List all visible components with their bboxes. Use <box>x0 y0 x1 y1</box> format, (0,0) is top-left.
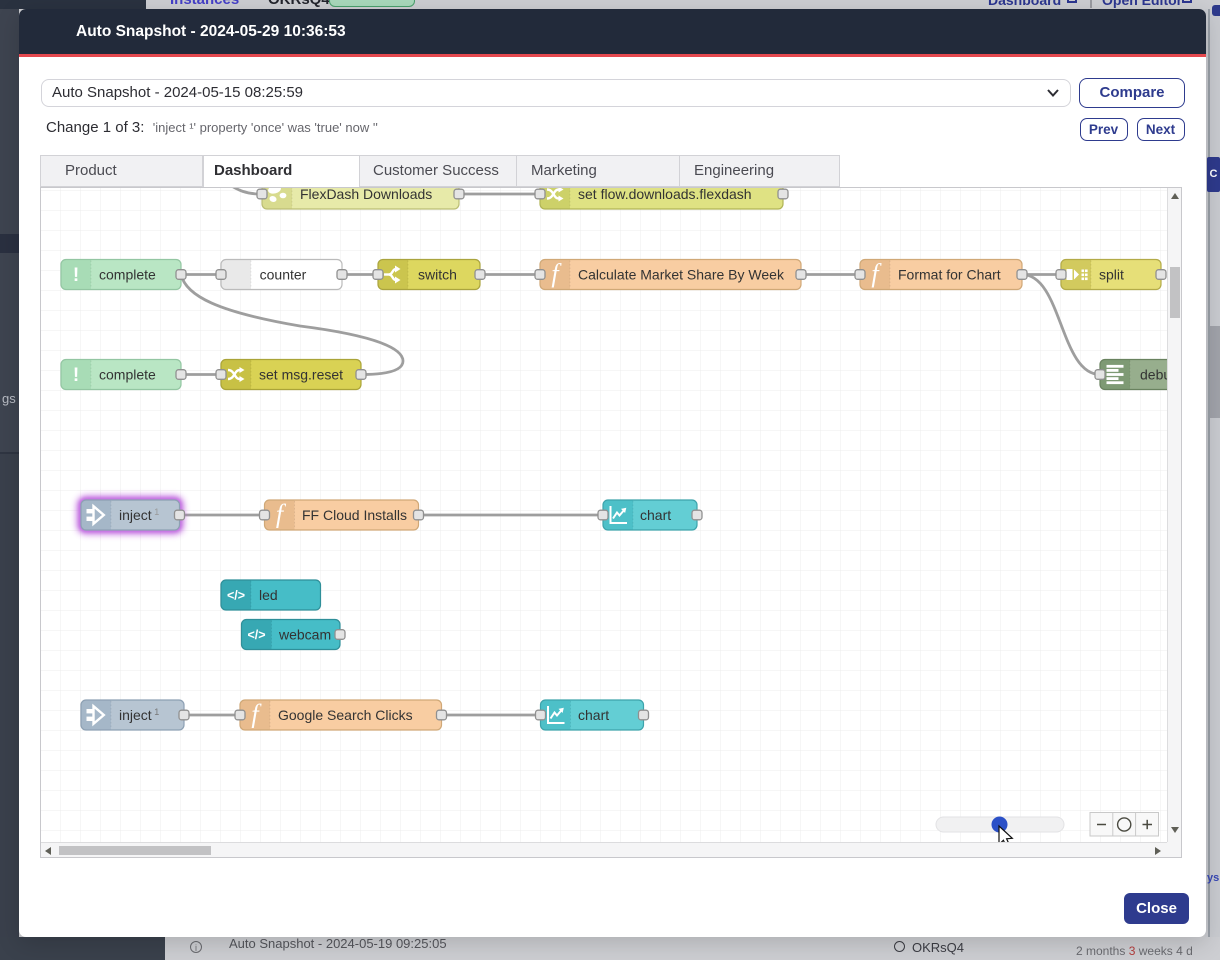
svg-text:FlexDash Downloads: FlexDash Downloads <box>300 188 432 202</box>
svg-text:split: split <box>1099 267 1124 283</box>
svg-text:</>: </> <box>247 628 265 642</box>
svg-text:chart: chart <box>640 507 671 523</box>
svg-text:switch: switch <box>418 267 457 283</box>
svg-text:FF Cloud Installs: FF Cloud Installs <box>302 507 407 523</box>
svg-text:!: ! <box>73 365 79 386</box>
svg-text:set flow.downloads.flexdash: set flow.downloads.flexdash <box>578 188 752 202</box>
svg-text:counter: counter <box>260 267 307 283</box>
svg-text:Calculate Market Share By Week: Calculate Market Share By Week <box>578 267 785 283</box>
svg-text:Format for Chart: Format for Chart <box>898 267 1001 283</box>
svg-text:debu: debu <box>1140 367 1167 383</box>
svg-text:complete: complete <box>99 267 156 283</box>
svg-text:chart: chart <box>578 707 609 723</box>
svg-text:Google Search Clicks: Google Search Clicks <box>278 707 413 723</box>
svg-text:webcam: webcam <box>278 627 331 643</box>
svg-text:</>: </> <box>227 589 245 603</box>
svg-text:led: led <box>259 587 278 603</box>
svg-text:set msg.reset: set msg.reset <box>259 367 343 383</box>
svg-text:complete: complete <box>99 367 156 383</box>
svg-text:!: ! <box>73 265 79 286</box>
